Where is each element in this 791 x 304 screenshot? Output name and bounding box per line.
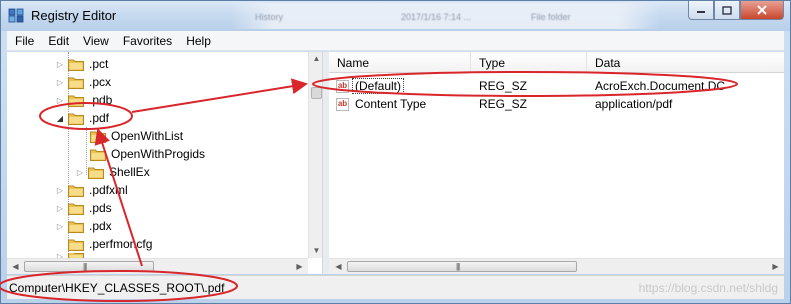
background-window-fragment: History 2017/1/16 7:14 ... File folder xyxy=(231,3,661,29)
list-horizontal-scrollbar[interactable]: ◀ ||| ▶ xyxy=(329,258,784,274)
window-controls xyxy=(688,1,784,21)
tree-item[interactable]: ▷ .pdfxml xyxy=(55,181,128,199)
scroll-thumb[interactable]: ||| xyxy=(347,261,577,272)
key-tree-pane[interactable]: ▷ .pct ▷ .pcx ▷ .pdb ◢ .pdf OpenWithList… xyxy=(7,52,323,274)
column-header-type[interactable]: Type xyxy=(471,52,587,73)
string-value-icon: ab xyxy=(336,79,349,93)
folder-icon xyxy=(68,238,84,251)
scroll-right-arrow-icon[interactable]: ▶ xyxy=(292,262,307,271)
scroll-down-arrow-icon[interactable]: ▼ xyxy=(309,246,322,255)
tree-item-label: .pdb xyxy=(89,93,113,107)
value-name-cell: ab (Default) xyxy=(329,78,471,94)
tree-item-label: .perfmoncfg xyxy=(89,237,153,251)
open-folder-icon xyxy=(68,112,84,125)
scroll-up-arrow-icon[interactable]: ▲ xyxy=(309,54,322,63)
menu-favorites[interactable]: Favorites xyxy=(115,34,178,48)
minimize-icon xyxy=(697,11,705,13)
value-name: (Default) xyxy=(352,78,405,94)
string-value-icon: ab xyxy=(336,97,349,111)
maximize-icon xyxy=(722,5,732,15)
status-key-path: Computer\HKEY_CLASSES_ROOT\.pdf xyxy=(9,280,225,295)
values-list-pane[interactable]: Name Type Data ab (Default) REG_SZ AcroE… xyxy=(329,52,784,274)
tree-item-label: .pds xyxy=(89,201,112,215)
minimize-button[interactable] xyxy=(688,1,714,20)
folder-icon xyxy=(88,166,104,179)
value-row[interactable]: ab Content Type REG_SZ application/pdf xyxy=(329,95,784,113)
value-row[interactable]: ab (Default) REG_SZ AcroExch.Document.DC xyxy=(329,77,784,95)
column-header-data[interactable]: Data xyxy=(587,52,784,73)
close-icon xyxy=(757,5,767,15)
background-text-b: 2017/1/16 7:14 ... xyxy=(401,12,472,22)
registry-editor-icon xyxy=(8,7,25,24)
column-header-row: Name Type Data xyxy=(329,52,784,73)
expand-arrow-icon[interactable]: ▷ xyxy=(55,77,65,87)
tree-vertical-scrollbar[interactable]: ▲ ▼ xyxy=(308,52,322,258)
folder-icon xyxy=(90,148,106,161)
tree-item[interactable]: ▷ .pdx xyxy=(55,217,112,235)
folder-icon xyxy=(68,184,84,197)
collapse-arrow-icon[interactable]: ◢ xyxy=(55,113,65,123)
menu-edit[interactable]: Edit xyxy=(40,34,75,48)
tree-item[interactable]: ▷ ShellEx xyxy=(75,163,150,181)
tree-item[interactable]: ▷ .pct xyxy=(55,55,108,73)
tree-item[interactable]: .perfmoncfg xyxy=(65,235,152,253)
tree-horizontal-scrollbar[interactable]: ◀ ||| ▶ xyxy=(7,258,308,274)
folder-icon xyxy=(68,94,84,107)
folder-icon xyxy=(68,76,84,89)
scroll-thumb[interactable] xyxy=(311,87,322,99)
tree-item-label: OpenWithList xyxy=(111,129,184,143)
status-bar: Computer\HKEY_CLASSES_ROOT\.pdf https://… xyxy=(7,275,784,299)
expand-arrow-icon[interactable]: ▷ xyxy=(55,203,65,213)
grip-icon: ||| xyxy=(83,262,87,271)
tree-item-label: .pdfxml xyxy=(89,183,128,197)
folder-icon xyxy=(68,220,84,233)
value-type: REG_SZ xyxy=(479,79,528,93)
close-button[interactable] xyxy=(740,1,784,20)
tree-item[interactable]: ▷ .pds xyxy=(55,199,112,217)
tree-item-label: .pdf xyxy=(89,111,110,125)
grip-icon: ||| xyxy=(456,262,460,271)
tree-item[interactable]: ▷ .pcx xyxy=(55,73,111,91)
tree-item-label: .pct xyxy=(89,57,109,71)
editor-content: ▷ .pct ▷ .pcx ▷ .pdb ◢ .pdf OpenWithList… xyxy=(7,52,784,274)
menu-help[interactable]: Help xyxy=(178,34,217,48)
tree-item[interactable]: OpenWithList xyxy=(87,127,183,145)
folder-icon xyxy=(90,130,106,143)
tree-item-label: .pcx xyxy=(89,75,112,89)
watermark-text: https://blog.csdn.net/shldg xyxy=(638,281,778,295)
title-bar[interactable]: Registry Editor History 2017/1/16 7:14 .… xyxy=(1,1,790,31)
menu-file[interactable]: File xyxy=(7,34,40,48)
expand-arrow-icon[interactable]: ▷ xyxy=(75,167,85,177)
scroll-right-arrow-icon[interactable]: ▶ xyxy=(768,262,783,271)
maximize-button[interactable] xyxy=(714,1,740,20)
folder-icon xyxy=(68,58,84,71)
tree-item-selected[interactable]: ◢ .pdf xyxy=(55,109,109,127)
background-text-c: File folder xyxy=(531,12,571,22)
value-name-cell: ab Content Type xyxy=(329,97,471,111)
column-header-name[interactable]: Name xyxy=(329,52,471,73)
value-type: REG_SZ xyxy=(479,97,528,111)
tree-item-label: .pdx xyxy=(89,219,112,233)
scroll-left-arrow-icon[interactable]: ◀ xyxy=(331,262,346,271)
folder-icon xyxy=(68,202,84,215)
value-data: AcroExch.Document.DC xyxy=(595,79,726,93)
tree-item[interactable]: ▷ .pdb xyxy=(55,91,112,109)
menu-view[interactable]: View xyxy=(75,34,115,48)
tree-item-label: ShellEx xyxy=(109,165,150,179)
expand-arrow-icon[interactable]: ▷ xyxy=(55,221,65,231)
menu-bar: File Edit View Favorites Help xyxy=(7,31,784,51)
expand-arrow-icon[interactable]: ▷ xyxy=(55,95,65,105)
background-text-a: History xyxy=(255,12,284,22)
tree-item-label: OpenWithProgids xyxy=(111,147,206,161)
expand-arrow-icon[interactable]: ▷ xyxy=(55,185,65,195)
tree-item[interactable]: OpenWithProgids xyxy=(87,145,205,163)
window-title: Registry Editor xyxy=(31,8,117,23)
value-data: application/pdf xyxy=(595,97,673,111)
scroll-thumb[interactable]: ||| xyxy=(24,261,154,272)
registry-editor-window: Registry Editor History 2017/1/16 7:14 .… xyxy=(0,0,791,304)
scroll-left-arrow-icon[interactable]: ◀ xyxy=(8,262,23,271)
value-name: Content Type xyxy=(355,97,427,111)
expand-arrow-icon[interactable]: ▷ xyxy=(55,59,65,69)
